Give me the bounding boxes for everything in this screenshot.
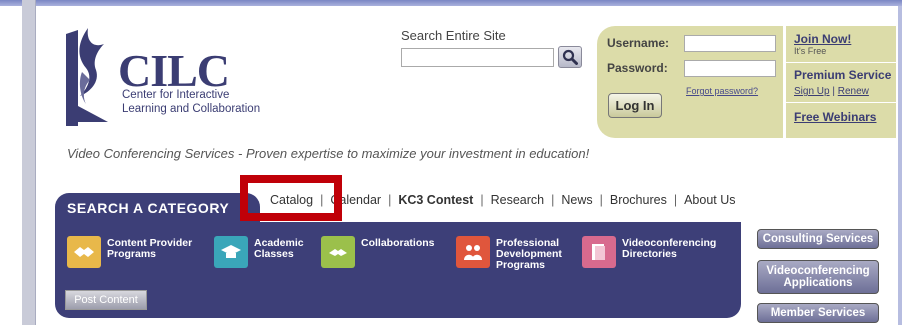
category-content-provider[interactable]: Content Provider Programs: [67, 236, 192, 268]
directory-icon: [582, 236, 616, 268]
free-webinars-link[interactable]: Free Webinars: [794, 110, 876, 124]
left-frame-line: [35, 0, 36, 325]
nav-news[interactable]: News: [561, 193, 592, 207]
premium-service-heading: Premium Service: [794, 68, 892, 82]
graduation-cap-icon: [214, 236, 248, 268]
log-in-button[interactable]: Log In: [608, 93, 662, 118]
service-line: Applications: [783, 277, 853, 289]
logo-subtitle-line1: Center for Interactive: [122, 89, 230, 101]
category-videoconferencing-directories[interactable]: Videoconferencing Directories: [582, 236, 716, 268]
member-services-button[interactable]: Member Services: [757, 303, 879, 323]
nav-brochures[interactable]: Brochures: [610, 193, 667, 207]
username-field[interactable]: [684, 35, 776, 52]
sign-up-link[interactable]: Sign Up: [794, 86, 830, 97]
category-line: Collaborations: [361, 237, 435, 249]
category-line: Programs: [107, 248, 157, 260]
top-frame: [0, 0, 902, 6]
password-field[interactable]: [684, 60, 776, 77]
people-icon: [456, 236, 490, 268]
category-professional-development[interactable]: Professional Development Programs: [456, 236, 562, 271]
consulting-services-button[interactable]: Consulting Services: [757, 229, 879, 249]
nav-separator: |: [673, 193, 678, 207]
nav-about-us[interactable]: About Us: [684, 193, 735, 207]
category-label: Content Provider Programs: [107, 238, 192, 260]
logo-subtitle: Center for Interactive Learning and Coll…: [122, 88, 292, 116]
nav-separator: |: [480, 193, 484, 207]
membership-divider: [786, 62, 896, 63]
category-line: Directories: [622, 248, 677, 260]
search-category-label: SEARCH A CATEGORY: [67, 200, 230, 216]
search-label: Search Entire Site: [401, 28, 506, 43]
collaboration-icon: [321, 236, 355, 268]
password-label: Password:: [607, 61, 668, 75]
magnifier-icon: [562, 49, 578, 65]
its-free-text: It's Free: [794, 46, 827, 56]
username-label: Username:: [607, 36, 670, 50]
handshake-icon: [67, 236, 101, 268]
post-content-button[interactable]: Post Content: [65, 290, 147, 310]
site-search-input[interactable]: [401, 48, 554, 67]
catalog-highlight-box: [240, 175, 342, 221]
tagline: Video Conferencing Services - Proven exp…: [67, 146, 590, 161]
right-frame: [898, 6, 902, 325]
nav-separator: |: [599, 193, 603, 207]
videoconferencing-applications-button[interactable]: Videoconferencing Applications: [757, 260, 879, 294]
nav-separator: |: [388, 193, 392, 207]
renew-link[interactable]: Renew: [838, 86, 869, 97]
nav-research[interactable]: Research: [491, 193, 545, 207]
category-line: Programs: [496, 259, 546, 271]
join-now-link[interactable]: Join Now!: [794, 32, 851, 46]
service-line: Videoconferencing: [766, 265, 870, 277]
category-label: Professional Development Programs: [496, 238, 562, 271]
signup-renew: Sign Up | Renew: [794, 86, 869, 97]
left-frame: [22, 0, 36, 325]
signup-separator: |: [832, 86, 835, 97]
category-label: Videoconferencing Directories: [622, 238, 716, 260]
category-line: Classes: [254, 248, 294, 260]
logo-subtitle-line2: Learning and Collaboration: [122, 103, 261, 115]
category-label: Collaborations: [361, 238, 435, 249]
flame-logo-icon: [66, 28, 108, 126]
nav-kc3-contest[interactable]: KC3 Contest: [398, 193, 473, 207]
category-collaborations[interactable]: Collaborations: [321, 236, 435, 268]
category-label: Academic Classes: [254, 238, 304, 260]
membership-divider: [786, 102, 896, 103]
category-academic-classes[interactable]: Academic Classes: [214, 236, 304, 268]
search-button[interactable]: [558, 46, 582, 68]
forgot-password-link[interactable]: Forgot password?: [686, 86, 758, 96]
nav-separator: |: [551, 193, 555, 207]
cilc-logo[interactable]: CILC Center for Interactive Learning and…: [58, 20, 268, 130]
